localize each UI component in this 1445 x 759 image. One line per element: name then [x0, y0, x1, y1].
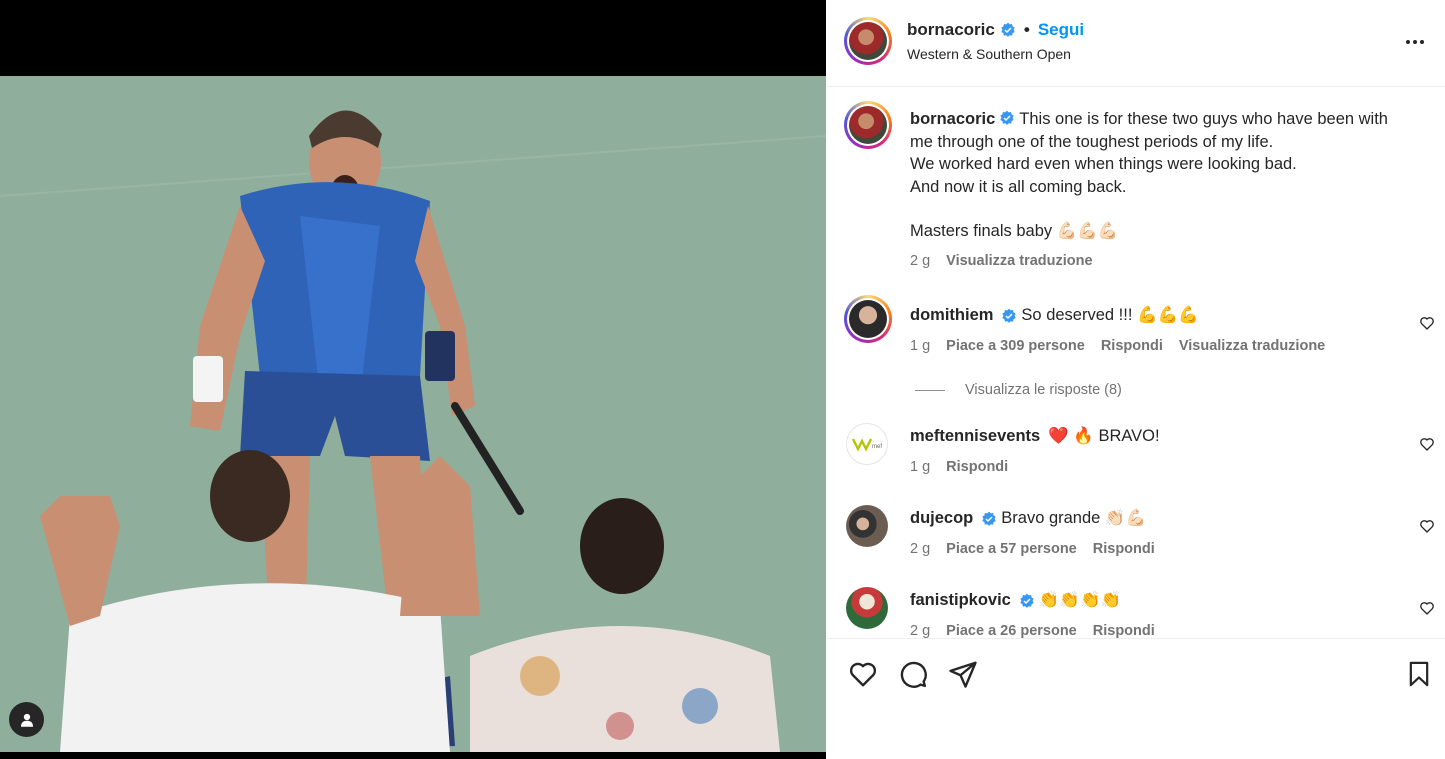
share-button[interactable] — [946, 657, 980, 691]
commenter-avatar[interactable]: mef — [846, 423, 888, 465]
comment-meta: 2 g Piace a 57 persone Rispondi — [910, 541, 1155, 557]
caption-translate-button[interactable]: Visualizza traduzione — [946, 250, 1092, 273]
post-photo[interactable] — [0, 76, 826, 752]
comment-likes[interactable]: Piace a 26 persone — [946, 623, 1077, 638]
verified-badge-icon — [1020, 593, 1034, 608]
caption-line-5: Masters finals baby 💪🏻💪🏻💪🏻 — [910, 222, 1119, 240]
caption-line-2: me through one of the toughest periods o… — [910, 132, 1274, 151]
author-line: bornacoric • Segui — [907, 20, 1084, 40]
user-tag-icon[interactable] — [9, 702, 44, 737]
comment-body: ❤️ 🔥 BRAVO! — [1048, 427, 1160, 445]
comment-icon — [900, 661, 927, 688]
reply-button[interactable]: Rispondi — [1093, 623, 1155, 638]
comment-meta: 1 g Piace a 309 persone Rispondi Visuali… — [910, 338, 1325, 354]
comment-text-row: domithiem So deserved !!! 💪💪💪 — [910, 306, 1199, 325]
post-side-panel: bornacoric • Segui Western & Southern Op… — [826, 0, 1445, 759]
more-horizontal-icon[interactable] — [1403, 30, 1427, 54]
comment-time[interactable]: 1 g — [910, 459, 930, 475]
photo-illustration — [0, 76, 826, 752]
heart-icon — [849, 662, 877, 687]
comment-translate-button[interactable]: Visualizza traduzione — [1179, 338, 1325, 354]
commenter-username[interactable]: fanistipkovic — [910, 591, 1011, 610]
post-header: bornacoric • Segui Western & Southern Op… — [826, 0, 1445, 87]
comment-time[interactable]: 2 g — [910, 623, 930, 638]
post-actions-bar — [826, 638, 1445, 759]
caption-text: bornacoric This one is for these two guys… — [910, 108, 1420, 272]
comment-likes[interactable]: Piace a 57 persone — [946, 541, 1077, 557]
heart-icon[interactable] — [1419, 315, 1435, 331]
comment-text-row: meftennisevents ❤️ 🔥 BRAVO! — [910, 427, 1160, 446]
replies-divider — [915, 389, 945, 391]
caption-line-4: And now it is all coming back. — [910, 177, 1127, 196]
verified-badge-icon — [1000, 110, 1014, 125]
verified-badge-icon — [982, 511, 996, 526]
post-media — [0, 0, 826, 759]
post-location[interactable]: Western & Southern Open — [907, 46, 1071, 62]
view-replies-label: Visualizza le risposte (8) — [965, 382, 1122, 398]
caption-line-3: We worked hard even when things were loo… — [910, 155, 1297, 173]
comment-button[interactable] — [896, 657, 930, 691]
heart-icon[interactable] — [1419, 518, 1435, 534]
caption-line-1: This one is for these two guys who have … — [1019, 110, 1388, 128]
verified-badge-icon — [1002, 308, 1017, 323]
share-icon — [949, 661, 977, 688]
svg-text:mef: mef — [872, 444, 882, 450]
reply-button[interactable]: Rispondi — [1101, 338, 1163, 354]
author-username[interactable]: bornacoric — [907, 20, 995, 40]
caption-meta: 2 g Visualizza traduzione — [910, 250, 1420, 273]
caption-time[interactable]: 2 g — [910, 250, 930, 273]
comment-text-row: dujecop Bravo grande 👏🏻💪🏻 — [910, 509, 1146, 528]
comment-text-row: fanistipkovic 👏👏👏👏 — [910, 591, 1121, 610]
verified-badge-icon — [1001, 22, 1015, 37]
caption-username[interactable]: bornacoric — [910, 110, 995, 128]
heart-icon[interactable] — [1419, 436, 1435, 452]
commenter-username[interactable]: domithiem — [910, 306, 993, 325]
save-button[interactable] — [1402, 657, 1436, 691]
like-button[interactable] — [846, 657, 880, 691]
commenter-username[interactable]: dujecop — [910, 509, 973, 528]
follow-button[interactable]: Segui — [1038, 20, 1084, 40]
header-separator: • — [1023, 20, 1030, 39]
comment-likes[interactable]: Piace a 309 persone — [946, 338, 1085, 354]
comment-meta: 2 g Piace a 26 persone Rispondi — [910, 623, 1155, 638]
reply-button[interactable]: Rispondi — [1093, 541, 1155, 557]
author-avatar[interactable] — [844, 17, 892, 65]
comment-body: 👏👏👏👏 — [1038, 591, 1122, 609]
comment-body: Bravo grande 👏🏻💪🏻 — [1001, 509, 1147, 527]
view-replies-button[interactable]: Visualizza le risposte (8) — [915, 382, 1122, 398]
comment-time[interactable]: 2 g — [910, 541, 930, 557]
comment-time[interactable]: 1 g — [910, 338, 930, 354]
commenter-avatar[interactable] — [844, 295, 892, 343]
commenter-avatar[interactable] — [846, 587, 888, 629]
comment-body: So deserved !!! 💪💪💪 — [1021, 306, 1199, 324]
commenter-username[interactable]: meftennisevents — [910, 427, 1040, 446]
comment-meta: 1 g Rispondi — [910, 459, 1008, 475]
commenter-avatar[interactable] — [846, 505, 888, 547]
comments-list[interactable]: bornacoric This one is for these two guys… — [826, 88, 1445, 638]
caption-avatar[interactable] — [844, 101, 892, 149]
reply-button[interactable]: Rispondi — [946, 459, 1008, 475]
heart-icon[interactable] — [1419, 600, 1435, 616]
bookmark-icon — [1409, 661, 1429, 687]
